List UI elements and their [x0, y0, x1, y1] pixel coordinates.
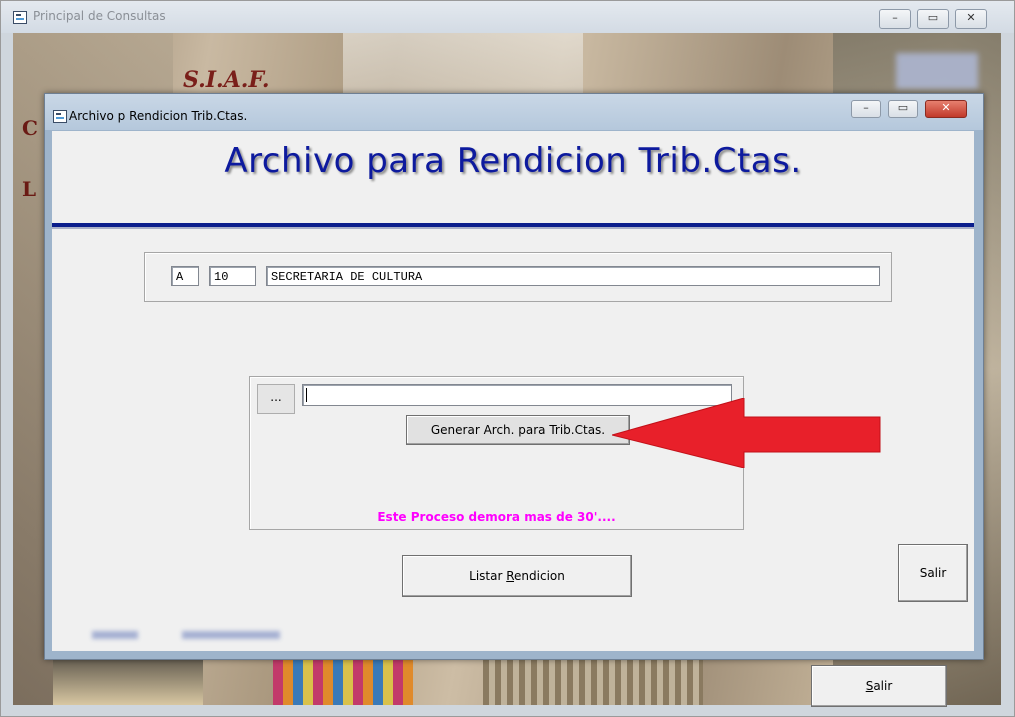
org-number-field[interactable]: 10 [209, 266, 256, 286]
salir-button[interactable]: Salir [898, 544, 968, 602]
listar-rendicion-button[interactable]: Listar Rendicion [402, 555, 632, 597]
browse-button[interactable]: ... [257, 384, 295, 414]
maximize-button[interactable]: ▭ [917, 9, 949, 29]
main-salir-button[interactable]: Salir [811, 665, 947, 707]
org-group: A 10 SECRETARIA DE CULTURA [144, 252, 892, 302]
close-button[interactable]: ✕ [955, 9, 987, 29]
dialog-title: Archivo p Rendicion Trib.Ctas. [69, 109, 248, 123]
rendicion-dialog: Archivo p Rendicion Trib.Ctas. – ▭ ✕ Arc… [44, 93, 984, 660]
minimize-button[interactable]: – [879, 9, 911, 29]
salir-label-rest: alir [873, 679, 893, 693]
main-window-title: Principal de Consultas [33, 9, 166, 23]
background-letter: C [22, 116, 38, 140]
dialog-app-icon [53, 110, 67, 123]
dialog-body: Archivo para Rendicion Trib.Ctas. A 10 S… [52, 131, 974, 651]
process-warning: Este Proceso demora mas de 30'.... [377, 510, 616, 524]
title-divider [52, 223, 974, 229]
listar-mnemonic: R [506, 569, 515, 583]
blurred-status-text [182, 631, 280, 639]
main-window-titlebar[interactable]: Principal de Consultas – ▭ ✕ [1, 1, 1014, 33]
dialog-maximize-button[interactable]: ▭ [888, 100, 918, 118]
dialog-titlebar[interactable]: Archivo p Rendicion Trib.Ctas. – ▭ ✕ [45, 94, 983, 130]
generate-file-button[interactable]: Generar Arch. para Trib.Ctas. [406, 415, 630, 445]
background-photo [483, 653, 703, 705]
app-icon [13, 11, 27, 24]
listar-label-prefix: Listar [469, 569, 507, 583]
org-name-field[interactable]: SECRETARIA DE CULTURA [266, 266, 880, 286]
dialog-minimize-button[interactable]: – [851, 100, 881, 118]
blurred-info [896, 53, 978, 89]
org-letter-field[interactable]: A [171, 266, 199, 286]
siaf-logo-text: S.I.A.F. [183, 67, 270, 93]
arrow-annotation-icon [612, 398, 881, 468]
blurred-status-text [92, 631, 138, 639]
background-letter: L [22, 177, 37, 201]
listar-label-rest: endicion [514, 569, 565, 583]
dialog-close-button[interactable]: ✕ [925, 100, 967, 118]
page-title: Archivo para Rendicion Trib.Ctas. [224, 141, 802, 181]
